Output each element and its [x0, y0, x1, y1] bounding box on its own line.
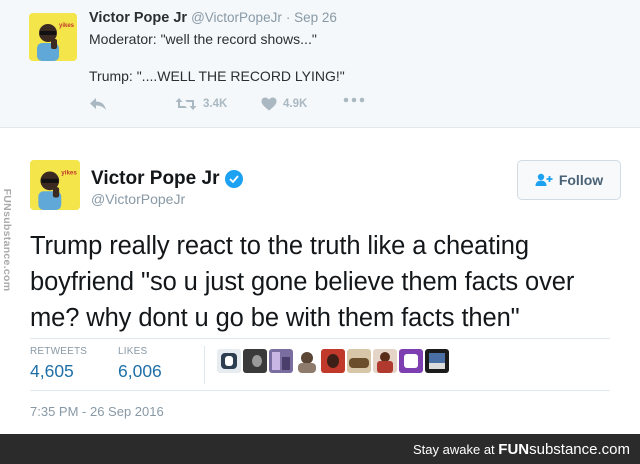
liker-avatar[interactable] [269, 349, 293, 373]
tweet-timestamp[interactable]: 7:35 PM - 26 Sep 2016 [30, 404, 164, 419]
stats-bottom-divider [30, 390, 610, 391]
add-user-icon [535, 173, 553, 186]
reply-text-line-2: Trump: "....WELL THE RECORD LYING!" [89, 68, 345, 84]
main-tweet-text: Trump really react to the truth like a c… [30, 232, 575, 332]
retweets-count: 4,605 [30, 361, 74, 381]
heart-icon [261, 97, 277, 111]
retweet-button[interactable]: 3.4K [175, 97, 227, 111]
main-author-name-row[interactable]: Victor Pope Jr [91, 168, 244, 190]
verified-badge-icon [225, 170, 244, 188]
banner-prefix: Stay awake at [413, 442, 495, 457]
liker-avatar[interactable] [425, 349, 449, 373]
liker-avatar[interactable] [347, 349, 371, 373]
reply-text-line-1: Moderator: "well the record shows..." [89, 31, 317, 47]
main-author-handle[interactable]: @VictorPopeJr [91, 191, 185, 207]
liker-avatar[interactable] [243, 349, 267, 373]
follow-label: Follow [558, 172, 604, 188]
side-watermark-text: FUNsubstance.com [1, 188, 13, 292]
liker-avatar[interactable] [295, 349, 319, 373]
likers-avatars [217, 349, 449, 373]
reply-tweet: yikes Victor Pope Jr @VictorPopeJr · Sep… [0, 0, 640, 128]
likes-label: LIKES [118, 346, 148, 357]
main-avatar[interactable]: yikes [30, 160, 80, 210]
reply-avatar[interactable]: yikes [29, 13, 77, 61]
avatar-logo-text: yikes [59, 23, 75, 29]
banner-brand-rest: substance.com [529, 441, 630, 458]
retweets-stat[interactable]: RETWEETS 4,605 [30, 346, 87, 382]
likes-count: 6,006 [118, 361, 162, 381]
avatar-logo-text: yikes [61, 170, 77, 177]
reply-author-name[interactable]: Victor Pope Jr [89, 10, 187, 26]
stats-separator [204, 346, 205, 384]
banner-brand-bold: FUN [498, 441, 530, 458]
main-tweet: yikes Victor Pope Jr @VictorPopeJr Follo… [0, 128, 640, 434]
liker-avatar[interactable] [321, 349, 345, 373]
banner-text: Stay awake at FUNsubstance.com [413, 441, 630, 458]
liker-avatar[interactable] [399, 349, 423, 373]
side-watermark: FUNsubstance.com [0, 185, 14, 295]
reply-like-count: 4.9K [283, 98, 308, 110]
reply-retweet-count: 3.4K [203, 98, 228, 110]
reply-icon [90, 98, 106, 110]
reply-date[interactable]: Sep 26 [294, 10, 337, 25]
retweets-label: RETWEETS [30, 346, 88, 357]
banner-brand[interactable]: FUNsubstance.com [498, 441, 630, 458]
reply-button[interactable] [89, 97, 107, 111]
reply-date-separator: · [285, 10, 295, 25]
follow-button[interactable]: Follow [517, 160, 621, 200]
reply-author-handle[interactable]: @VictorPopeJr [191, 10, 282, 25]
liker-avatar[interactable] [373, 349, 397, 373]
more-dots-icon [343, 97, 365, 103]
reply-header: Victor Pope Jr @VictorPopeJr · Sep 26 [89, 10, 337, 26]
bottom-banner: Stay awake at FUNsubstance.com [0, 434, 640, 464]
main-author-name[interactable]: Victor Pope Jr [91, 168, 219, 190]
likes-stat[interactable]: LIKES 6,006 [118, 346, 162, 382]
more-button[interactable] [343, 97, 365, 103]
stats-top-divider [30, 338, 610, 339]
reply-actions: 3.4K 4.9K [89, 97, 389, 117]
like-button[interactable]: 4.9K [261, 97, 307, 111]
retweet-icon [175, 98, 197, 110]
liker-avatar[interactable] [217, 349, 241, 373]
